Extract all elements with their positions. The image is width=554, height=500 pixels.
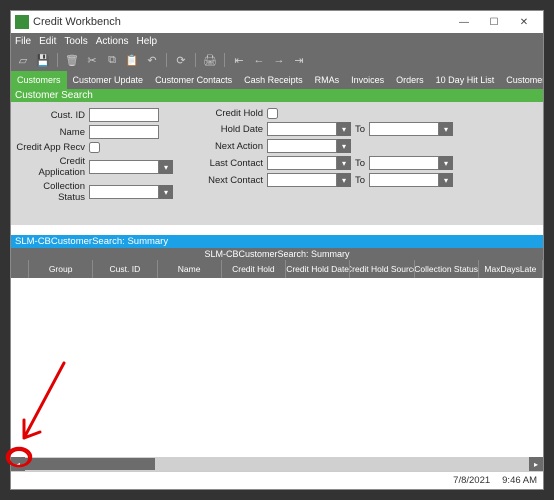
scroll-right-button[interactable]: ▸ — [529, 457, 543, 471]
dropdown-last-contact-to[interactable]: ▾ — [439, 156, 453, 170]
input-last-contact-to[interactable] — [369, 156, 439, 170]
titlebar: Credit Workbench — ☐ ✕ — [11, 11, 543, 33]
tab-customers[interactable]: Customers — [11, 71, 67, 89]
copy-icon[interactable]: ⧉ — [104, 52, 120, 68]
app-window: Credit Workbench — ☐ ✕ File Edit Tools A… — [10, 10, 544, 490]
menu-file[interactable]: File — [15, 36, 31, 47]
section-customer-search: Customer Search — [11, 89, 543, 102]
app-icon — [15, 15, 29, 29]
delete-icon[interactable]: 🗑 — [64, 52, 80, 68]
grid-header-row: Group Cust. ID Name Credit Hold Credit H… — [11, 260, 543, 278]
label-hold-date: Hold Date — [193, 124, 263, 135]
horizontal-scrollbar[interactable]: ◂ ▸ — [11, 457, 543, 471]
status-time: 9:46 AM — [502, 475, 537, 486]
save-icon[interactable]: 💾 — [35, 52, 51, 68]
grid-body[interactable] — [11, 278, 543, 457]
col-credit-hold-date[interactable]: Credit Hold Date — [286, 260, 350, 278]
label-credit-app-recv: Credit App Recv — [15, 142, 85, 153]
window-title: Credit Workbench — [33, 16, 449, 28]
label-next-contact: Next Contact — [193, 175, 263, 186]
menu-tools[interactable]: Tools — [64, 36, 87, 47]
label-to-next-contact: To — [355, 175, 365, 186]
tab-strip: Customers Customer Update Customer Conta… — [11, 71, 543, 89]
search-form: Cust. ID Name Credit App Recv Credit App… — [11, 102, 543, 209]
menu-actions[interactable]: Actions — [96, 36, 129, 47]
col-cust-id[interactable]: Cust. ID — [93, 260, 157, 278]
summary-titlebar: SLM-CBCustomerSearch: Summary — [11, 235, 543, 248]
tab-customer-aging[interactable]: Customer Aging — [500, 71, 543, 89]
label-to-hold-date: To — [355, 124, 365, 135]
dropdown-hold-date-from[interactable]: ▾ — [337, 122, 351, 136]
tab-10-day-hit-list[interactable]: 10 Day Hit List — [430, 71, 501, 89]
label-cust-id: Cust. ID — [15, 110, 85, 121]
input-next-contact-from[interactable] — [267, 173, 337, 187]
refresh-icon[interactable]: ⟳ — [173, 52, 189, 68]
input-next-contact-to[interactable] — [369, 173, 439, 187]
label-last-contact: Last Contact — [193, 158, 263, 169]
dropdown-last-contact-from[interactable]: ▾ — [337, 156, 351, 170]
form-gap — [11, 209, 543, 225]
menubar: File Edit Tools Actions Help — [11, 33, 543, 49]
grid-title: SLM-CBCustomerSearch: Summary — [11, 248, 543, 260]
col-collection-status[interactable]: Collection Status — [415, 260, 479, 278]
tab-invoices[interactable]: Invoices — [345, 71, 390, 89]
minimize-button[interactable]: — — [449, 12, 479, 32]
tab-cash-receipts[interactable]: Cash Receipts — [238, 71, 309, 89]
paste-icon[interactable]: 📋 — [124, 52, 140, 68]
new-icon[interactable]: ▱ — [15, 52, 31, 68]
dropdown-next-contact-from[interactable]: ▾ — [337, 173, 351, 187]
label-name: Name — [15, 127, 85, 138]
maximize-button[interactable]: ☐ — [479, 12, 509, 32]
input-next-action[interactable] — [267, 139, 337, 153]
input-name[interactable] — [89, 125, 159, 139]
menu-edit[interactable]: Edit — [39, 36, 56, 47]
scroll-thumb[interactable] — [25, 458, 155, 470]
toolbar: ▱ 💾 🗑 ✂ ⧉ 📋 ↶ ⟳ 🖨 ⇤ ← → ⇥ — [11, 49, 543, 71]
label-credit-application: Credit Application — [15, 156, 85, 178]
scroll-left-button[interactable]: ◂ — [11, 457, 25, 471]
dropdown-credit-application[interactable]: ▾ — [159, 160, 173, 174]
menu-help[interactable]: Help — [137, 36, 158, 47]
dropdown-next-action[interactable]: ▾ — [337, 139, 351, 153]
input-last-contact-from[interactable] — [267, 156, 337, 170]
nav-last-icon[interactable]: ⇥ — [291, 52, 307, 68]
cut-icon[interactable]: ✂ — [84, 52, 100, 68]
input-collection-status[interactable] — [89, 185, 159, 199]
dropdown-collection-status[interactable]: ▾ — [159, 185, 173, 199]
col-max-days-late[interactable]: MaxDaysLate — [479, 260, 543, 278]
tab-customer-update[interactable]: Customer Update — [67, 71, 150, 89]
close-button[interactable]: ✕ — [509, 12, 539, 32]
statusbar: 7/8/2021 9:46 AM — [11, 471, 543, 489]
tab-orders[interactable]: Orders — [390, 71, 430, 89]
nav-first-icon[interactable]: ⇤ — [231, 52, 247, 68]
label-to-last-contact: To — [355, 158, 365, 169]
tab-rmas[interactable]: RMAs — [309, 71, 346, 89]
col-credit-hold[interactable]: Credit Hold — [222, 260, 286, 278]
col-selector[interactable] — [11, 260, 29, 278]
col-name[interactable]: Name — [158, 260, 222, 278]
nav-prev-icon[interactable]: ← — [251, 52, 267, 68]
nav-next-icon[interactable]: → — [271, 52, 287, 68]
label-credit-hold: Credit Hold — [193, 108, 263, 119]
input-hold-date-from[interactable] — [267, 122, 337, 136]
undo-icon[interactable]: ↶ — [144, 52, 160, 68]
label-next-action: Next Action — [193, 141, 263, 152]
status-date: 7/8/2021 — [453, 475, 490, 486]
checkbox-credit-app-recv[interactable] — [89, 142, 100, 153]
input-credit-application[interactable] — [89, 160, 159, 174]
input-hold-date-to[interactable] — [369, 122, 439, 136]
dropdown-next-contact-to[interactable]: ▾ — [439, 173, 453, 187]
input-cust-id[interactable] — [89, 108, 159, 122]
dropdown-hold-date-to[interactable]: ▾ — [439, 122, 453, 136]
scroll-track[interactable] — [155, 458, 529, 470]
checkbox-credit-hold[interactable] — [267, 108, 278, 119]
col-group[interactable]: Group — [29, 260, 93, 278]
print-icon[interactable]: 🖨 — [202, 52, 218, 68]
col-credit-hold-source[interactable]: Credit Hold Source — [350, 260, 414, 278]
label-collection-status: Collection Status — [15, 181, 85, 203]
tab-customer-contacts[interactable]: Customer Contacts — [149, 71, 238, 89]
